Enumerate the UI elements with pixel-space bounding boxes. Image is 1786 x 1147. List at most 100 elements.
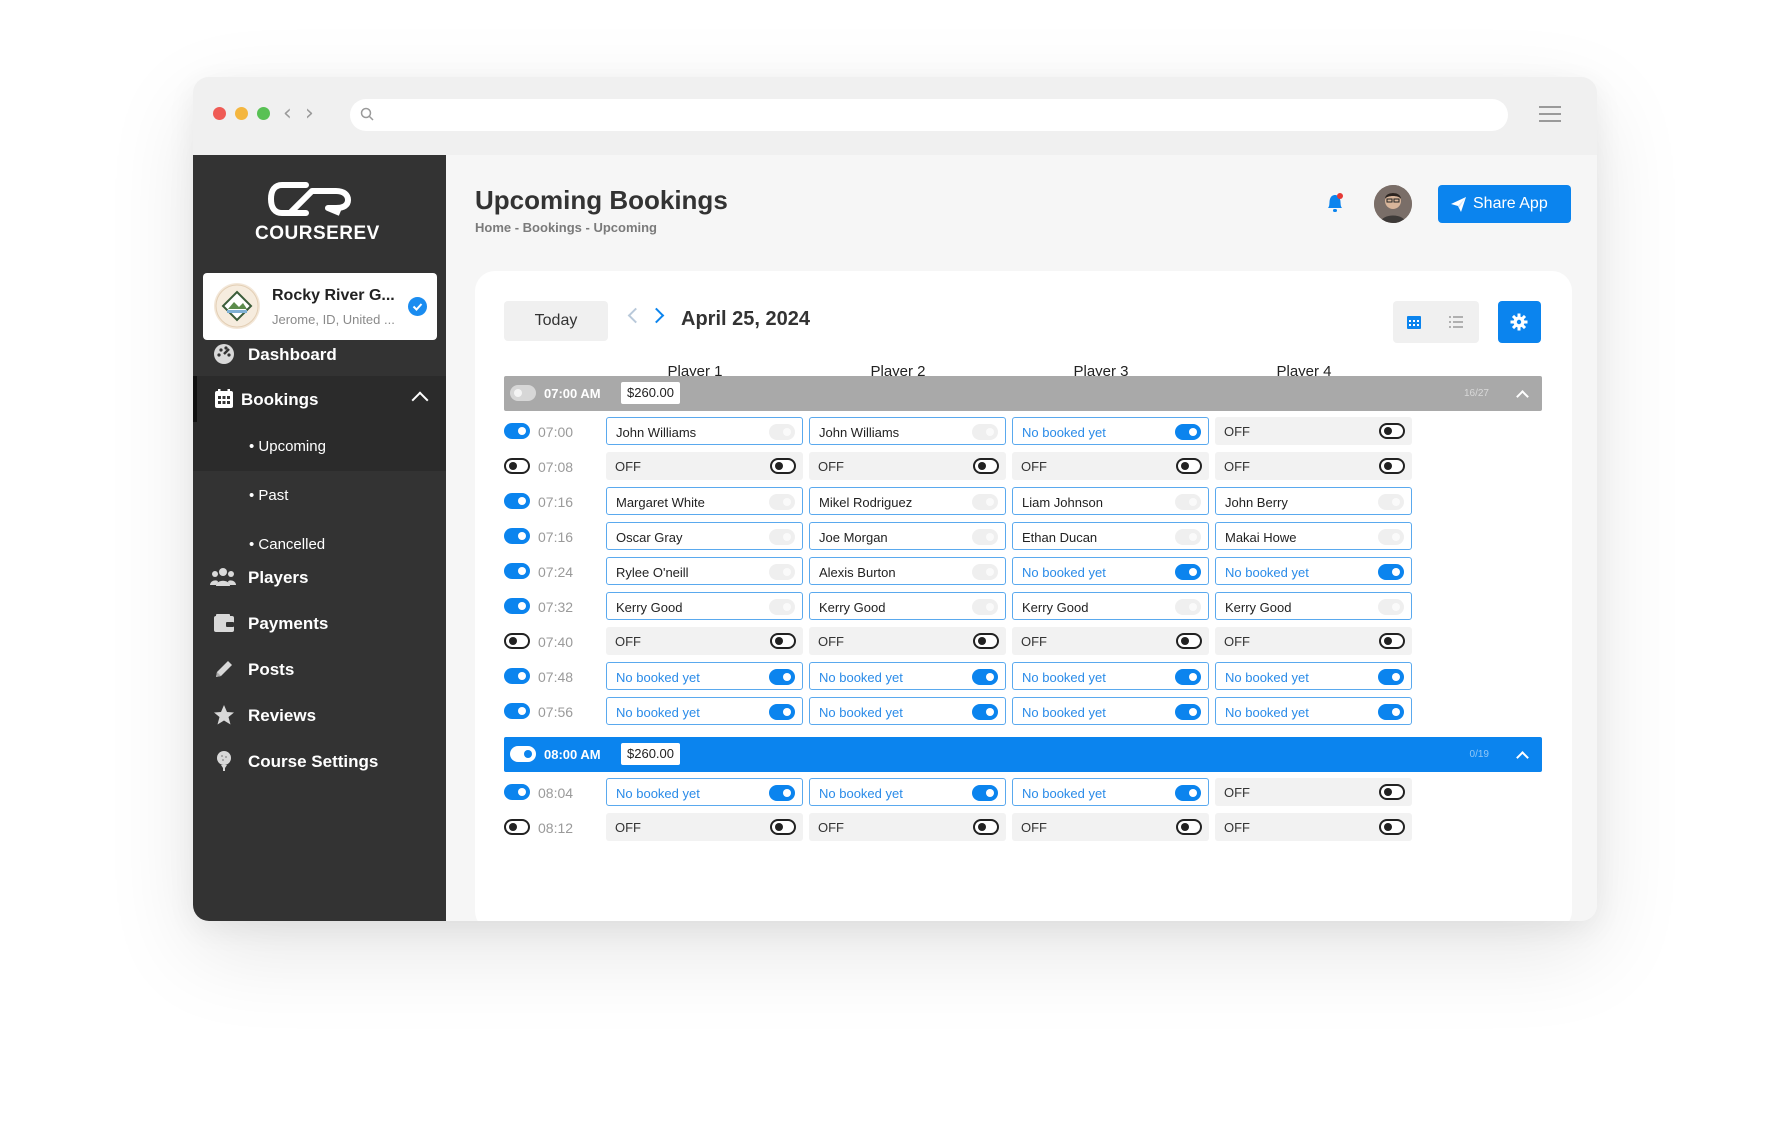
nav-upcoming[interactable]: • Upcoming [193,422,446,471]
group-toggle[interactable] [510,385,536,401]
player-slot[interactable]: No booked yet [1012,662,1209,690]
nav-posts[interactable]: Posts [193,644,446,696]
slot-toggle[interactable] [1378,564,1404,580]
slot-toggle[interactable] [1378,529,1404,545]
player-slot[interactable]: Mikel Rodriguez [809,487,1006,515]
player-slot[interactable]: No booked yet [1012,697,1209,725]
row-toggle[interactable] [504,633,530,649]
calendar-view-icon[interactable] [1406,314,1422,330]
slot-toggle[interactable] [769,669,795,685]
player-slot[interactable]: No booked yet [1215,557,1412,585]
player-slot[interactable]: John Williams [606,417,803,445]
slot-toggle[interactable] [973,633,999,649]
slot-toggle[interactable] [1379,458,1405,474]
slot-toggle[interactable] [1379,784,1405,800]
group-price[interactable]: $260.00 [621,382,680,404]
slot-toggle[interactable] [1175,494,1201,510]
slot-toggle[interactable] [1379,423,1405,439]
player-slot[interactable]: Joe Morgan [809,522,1006,550]
slot-toggle[interactable] [1176,819,1202,835]
slot-toggle[interactable] [770,633,796,649]
slot-toggle[interactable] [1175,785,1201,801]
slot-toggle[interactable] [1378,494,1404,510]
player-slot[interactable]: OFF [1215,813,1412,841]
player-slot[interactable]: OFF [606,627,803,655]
row-toggle[interactable] [504,703,530,719]
slot-toggle[interactable] [972,785,998,801]
player-slot[interactable]: OFF [1215,452,1412,480]
slot-toggle[interactable] [972,529,998,545]
player-slot[interactable]: OFF [1215,778,1412,806]
nav-bookings[interactable]: Bookings [193,376,446,422]
slot-toggle[interactable] [973,819,999,835]
notification-bell-icon[interactable] [1324,191,1346,215]
player-slot[interactable]: OFF [606,452,803,480]
player-slot[interactable]: OFF [1012,813,1209,841]
player-slot[interactable]: Liam Johnson [1012,487,1209,515]
player-slot[interactable]: OFF [1012,627,1209,655]
slot-toggle[interactable] [769,564,795,580]
slot-toggle[interactable] [1176,458,1202,474]
next-day-icon[interactable] [648,307,665,324]
slot-toggle[interactable] [769,599,795,615]
row-toggle[interactable] [504,598,530,614]
row-toggle[interactable] [504,458,530,474]
forward-arrow-icon[interactable]: › [305,101,314,126]
slot-toggle[interactable] [1378,669,1404,685]
player-slot[interactable]: No booked yet [606,697,803,725]
row-toggle[interactable] [504,668,530,684]
slot-toggle[interactable] [770,458,796,474]
row-toggle[interactable] [504,819,530,835]
row-toggle[interactable] [504,493,530,509]
player-slot[interactable]: Oscar Gray [606,522,803,550]
time-group-header[interactable]: 08:00 AM $260.00 0/19 [504,737,1542,772]
chevron-up-icon[interactable] [411,391,429,409]
previous-day-icon[interactable] [627,307,644,324]
player-slot[interactable]: Kerry Good [606,592,803,620]
slot-toggle[interactable] [1378,599,1404,615]
brand-logo[interactable]: COURSEREV [255,181,379,245]
close-window-dot[interactable] [213,107,226,120]
nav-dashboard[interactable]: Dashboard [193,329,446,381]
player-slot[interactable]: OFF [1012,452,1209,480]
player-slot[interactable]: OFF [809,813,1006,841]
player-slot[interactable]: No booked yet [809,697,1006,725]
slot-toggle[interactable] [769,424,795,440]
user-avatar[interactable] [1374,185,1412,223]
nav-past[interactable]: • Past [193,471,446,520]
player-slot[interactable]: OFF [809,452,1006,480]
row-toggle[interactable] [504,528,530,544]
player-slot[interactable]: No booked yet [1215,697,1412,725]
player-slot[interactable]: John Berry [1215,487,1412,515]
slot-toggle[interactable] [1379,633,1405,649]
today-button[interactable]: Today [504,301,608,341]
slot-toggle[interactable] [1175,424,1201,440]
address-bar[interactable] [350,99,1508,131]
group-toggle[interactable] [510,746,536,762]
player-slot[interactable]: No booked yet [1012,557,1209,585]
slot-toggle[interactable] [973,458,999,474]
slot-toggle[interactable] [1175,704,1201,720]
maximize-window-dot[interactable] [257,107,270,120]
slot-toggle[interactable] [1175,564,1201,580]
player-slot[interactable]: No booked yet [809,662,1006,690]
minimize-window-dot[interactable] [235,107,248,120]
back-arrow-icon[interactable]: ‹ [283,101,292,126]
player-slot[interactable]: No booked yet [809,778,1006,806]
breadcrumb[interactable]: Home - Bookings - Upcoming [475,220,657,235]
player-slot[interactable]: Alexis Burton [809,557,1006,585]
slot-toggle[interactable] [972,424,998,440]
player-slot[interactable]: Margaret White [606,487,803,515]
row-toggle[interactable] [504,423,530,439]
player-slot[interactable]: No booked yet [1012,417,1209,445]
player-slot[interactable]: John Williams [809,417,1006,445]
slot-toggle[interactable] [1379,819,1405,835]
course-dropdown-icon[interactable] [408,297,427,316]
slot-toggle[interactable] [972,494,998,510]
slot-toggle[interactable] [972,669,998,685]
time-group-header[interactable]: 07:00 AM $260.00 16/27 [504,376,1542,411]
slot-toggle[interactable] [770,819,796,835]
settings-button[interactable] [1498,301,1541,343]
player-slot[interactable]: No booked yet [1215,662,1412,690]
slot-toggle[interactable] [769,704,795,720]
